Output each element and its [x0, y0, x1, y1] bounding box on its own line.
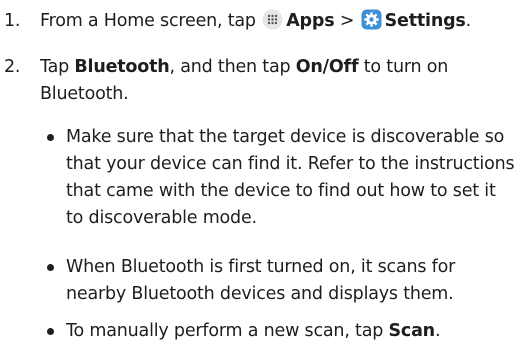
bullet-item-manual-scan: To manually perform a new scan, tap Scan… [46, 318, 518, 345]
bullet-text: To manually perform a new scan, tap Scan… [66, 318, 518, 345]
step-2-middle: , and then tap [169, 57, 296, 77]
step-1-text: From a Home screen, tap Apps > Settings. [40, 8, 510, 35]
bullet-text: When Bluetooth is first turned on, it sc… [66, 257, 456, 304]
step-number: 2. [4, 57, 21, 77]
bullet-dot [46, 124, 66, 232]
step-number: 1. [4, 11, 21, 31]
scan-end: . [434, 321, 441, 341]
step-1-intro: From a Home screen, tap [40, 11, 256, 31]
apps-label: Apps [286, 11, 335, 31]
bullet-text: Make sure that the target device is disc… [66, 127, 515, 228]
settings-gear-icon [361, 9, 382, 30]
instruction-document: 1. From a Home screen, tap Apps > Settin… [0, 0, 520, 353]
bullet-dot [46, 254, 66, 308]
step-1: 1. From a Home screen, tap Apps > Settin… [0, 8, 510, 35]
step-2: 2. Tap Bluetooth, and then tap On/Off to… [0, 54, 510, 108]
scan-label: Scan [388, 321, 436, 341]
breadcrumb-separator: > [334, 11, 360, 31]
step-2-text: Tap Bluetooth, and then tap On/Off to tu… [40, 54, 510, 108]
bluetooth-label: Bluetooth [74, 57, 170, 77]
step-2-intro: Tap [40, 57, 75, 77]
apps-grid-icon [262, 9, 283, 30]
step-1-end: . [465, 11, 472, 31]
on-off-label: On/Off [295, 57, 359, 77]
settings-label: Settings [384, 11, 466, 31]
bullet-item-first-scan: When Bluetooth is first turned on, it sc… [46, 254, 518, 308]
bullet-item-discoverable: Make sure that the target device is disc… [46, 124, 518, 232]
scan-instruction: To manually perform a new scan, tap [66, 321, 389, 341]
bullet-dot [46, 318, 66, 345]
